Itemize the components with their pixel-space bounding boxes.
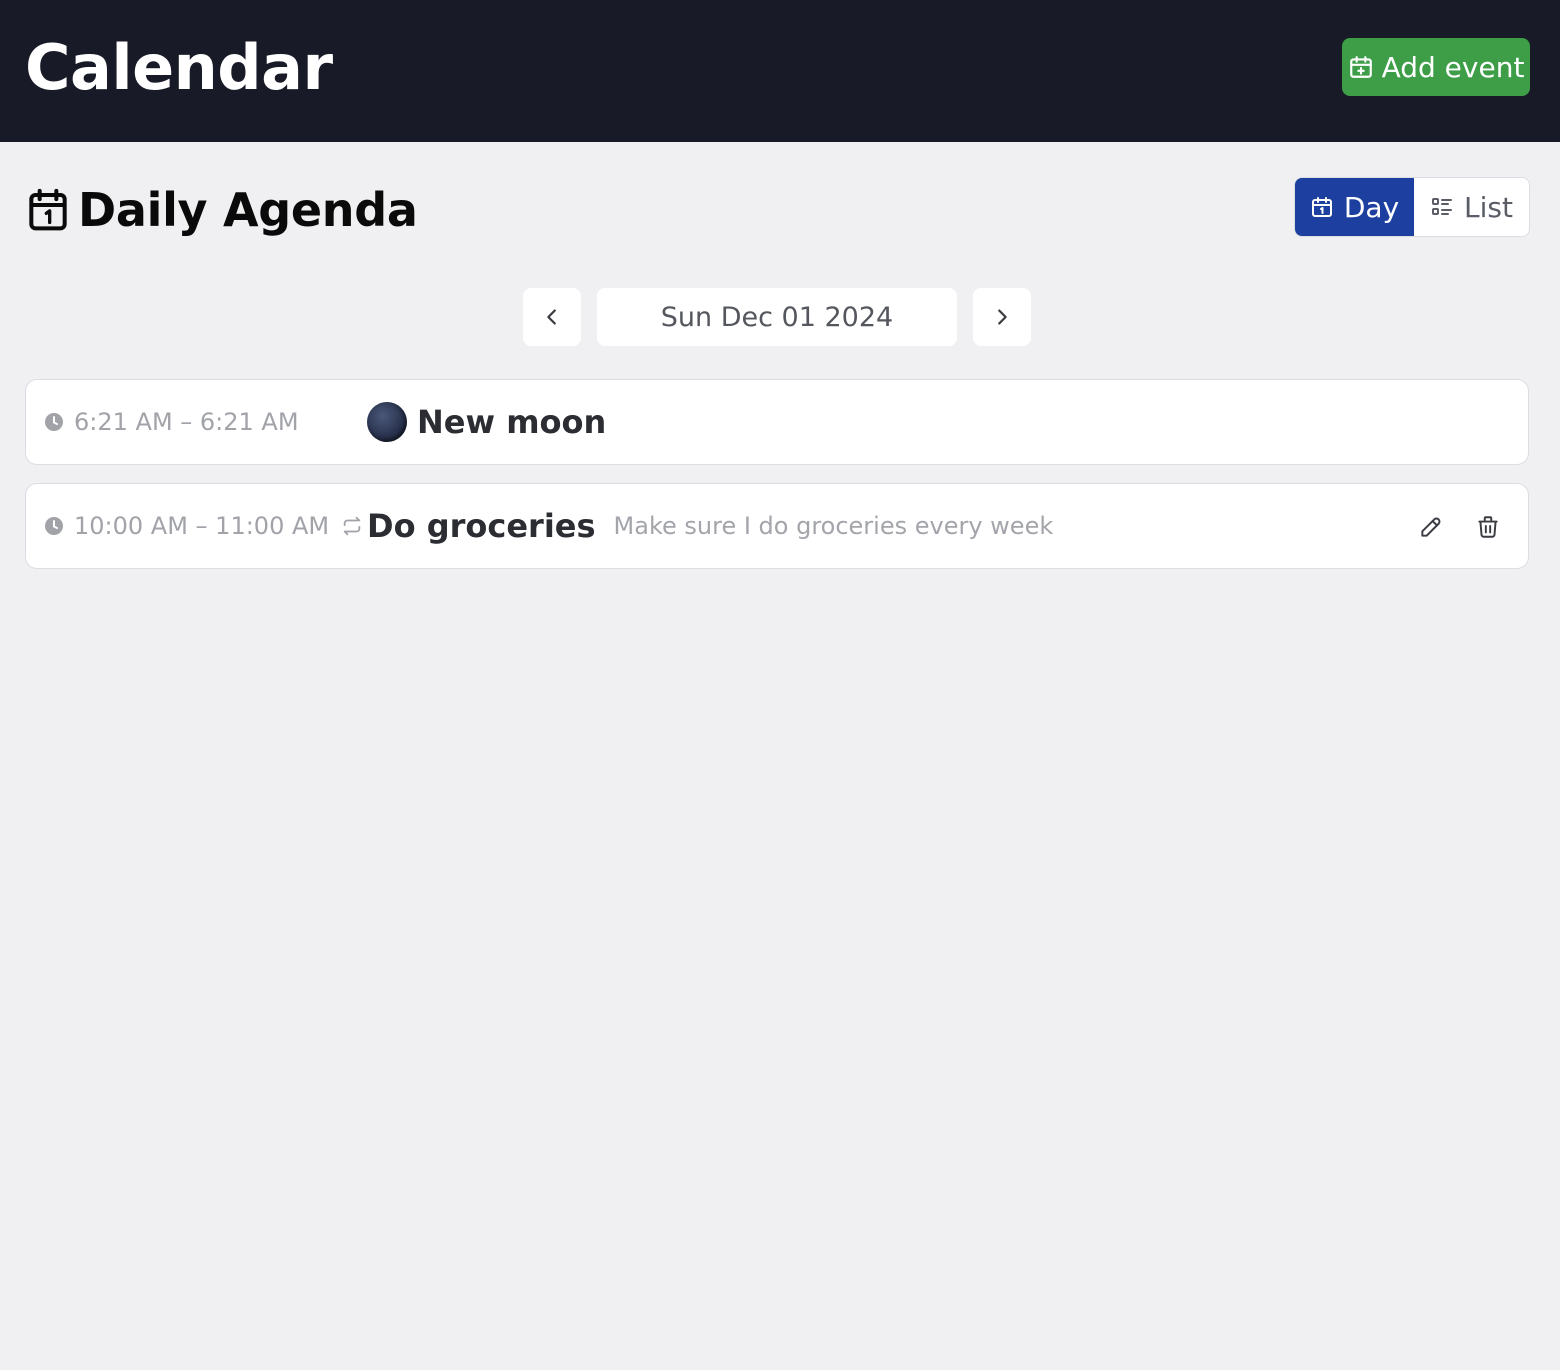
event-time: 6:21 AM – 6:21 AM (44, 380, 299, 464)
current-date[interactable]: Sun Dec 01 2024 (597, 288, 957, 346)
event-item[interactable]: 10:00 AM – 11:00 AM Do groceries Make su… (25, 483, 1529, 569)
delete-event-button[interactable] (1473, 512, 1503, 542)
event-time: 10:00 AM – 11:00 AM (44, 484, 363, 568)
list-details-icon (1432, 198, 1453, 215)
add-event-label: Add event (1381, 50, 1525, 84)
event-title: Do groceries (367, 507, 596, 545)
view-day-button[interactable]: Day (1295, 178, 1414, 236)
event-title: New moon (417, 403, 607, 441)
clock-icon (45, 517, 63, 535)
clock-icon (45, 413, 63, 431)
app-title: Calendar (25, 31, 333, 104)
calendar-plus-icon (1349, 56, 1372, 78)
chevron-left-icon (547, 309, 556, 325)
trash-icon (1478, 516, 1498, 538)
event-time-text: 10:00 AM – 11:00 AM (74, 512, 330, 540)
add-event-button[interactable]: Add event (1342, 38, 1530, 96)
edit-event-button[interactable] (1416, 512, 1446, 542)
app-header: Calendar Add event (0, 0, 1560, 142)
view-list-label: List (1464, 190, 1513, 224)
calendar-icon (1311, 197, 1332, 217)
view-toggle: Day List (1294, 177, 1530, 237)
view-list-button[interactable]: List (1414, 178, 1529, 236)
repeat-icon (343, 516, 361, 536)
previous-day-button[interactable] (523, 288, 581, 346)
pencil-icon (1421, 517, 1441, 537)
agenda-heading: Daily Agenda (28, 178, 418, 242)
event-time-text: 6:21 AM – 6:21 AM (74, 408, 299, 436)
event-main: New moon (367, 380, 606, 464)
page-title: Daily Agenda (78, 183, 418, 237)
calendar-icon (29, 188, 67, 231)
event-description: Make sure I do groceries every week (613, 512, 1054, 540)
chevron-right-icon (998, 309, 1007, 325)
new-moon-icon (367, 402, 407, 442)
event-main: Do groceries Make sure I do groceries ev… (367, 484, 1053, 568)
event-item[interactable]: 6:21 AM – 6:21 AM New moon (25, 379, 1529, 465)
view-day-label: Day (1343, 190, 1400, 224)
next-day-button[interactable] (973, 288, 1031, 346)
